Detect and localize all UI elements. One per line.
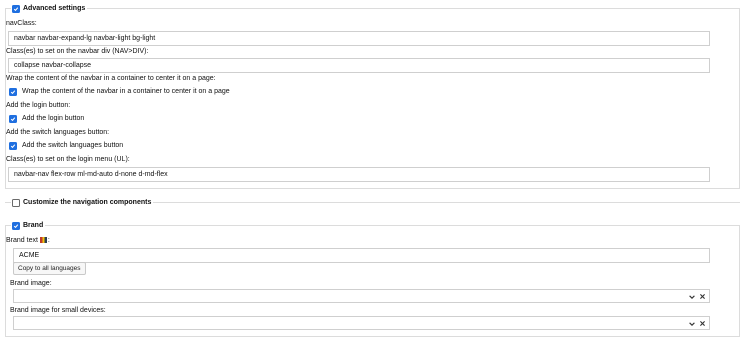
navdiv-label: Class(es) to set on the navbar div (NAV>… bbox=[6, 48, 149, 55]
check-icon bbox=[10, 144, 16, 149]
navclass-input[interactable]: navbar navbar-expand-lg navbar-light bg-… bbox=[8, 31, 710, 46]
brand-text-label-row: Brand text: bbox=[6, 236, 50, 245]
brand-checkbox[interactable] bbox=[12, 222, 20, 230]
brand-image-small-controls bbox=[687, 319, 707, 328]
loginmenu-input[interactable]: navbar-nav flex-row ml-md-auto d-none d-… bbox=[8, 167, 710, 182]
brand-image-small-label: Brand image for small devices: bbox=[10, 307, 106, 314]
advanced-settings-legend[interactable]: Advanced settings bbox=[11, 4, 88, 14]
language-flag-icon bbox=[39, 237, 47, 243]
wrap-checkbox-row[interactable]: Wrap the content of the navbar in a cont… bbox=[9, 87, 230, 97]
chevron-down-icon[interactable] bbox=[687, 292, 696, 301]
brand-text-label: Brand text bbox=[6, 237, 38, 244]
loginmenu-label: Class(es) to set on the login menu (UL): bbox=[6, 156, 130, 163]
check-icon bbox=[13, 7, 19, 12]
customize-checkbox[interactable] bbox=[12, 199, 20, 207]
customize-fieldset: Customize the navigation components bbox=[5, 198, 740, 210]
switch-checkbox-label: Add the switch languages button bbox=[22, 142, 124, 149]
login-checkbox-label: Add the login button bbox=[22, 115, 85, 122]
brand-image-controls bbox=[687, 292, 707, 301]
brand-text-label-colon: : bbox=[47, 237, 50, 244]
check-icon bbox=[10, 117, 16, 122]
check-icon bbox=[10, 90, 16, 95]
switch-label: Add the switch languages button: bbox=[6, 129, 110, 136]
brand-image-small-select[interactable] bbox=[13, 316, 710, 330]
clear-icon[interactable] bbox=[698, 319, 707, 328]
customize-title: Customize the navigation components bbox=[23, 199, 152, 206]
navclass-label: navClass: bbox=[6, 20, 37, 27]
wrap-checkbox-label: Wrap the content of the navbar in a cont… bbox=[22, 88, 230, 95]
advanced-settings-checkbox[interactable] bbox=[12, 5, 20, 13]
brand-image-select[interactable] bbox=[13, 289, 710, 303]
login-label: Add the login button: bbox=[6, 102, 71, 109]
customize-legend[interactable]: Customize the navigation components bbox=[11, 198, 154, 208]
brand-title: Brand bbox=[23, 222, 44, 229]
login-checkbox-row[interactable]: Add the login button bbox=[9, 114, 84, 124]
copy-to-all-languages-button[interactable]: Copy to all languages bbox=[13, 262, 86, 275]
brand-legend[interactable]: Brand bbox=[11, 221, 46, 231]
switch-checkbox[interactable] bbox=[9, 142, 17, 150]
wrap-label: Wrap the content of the navbar in a cont… bbox=[6, 75, 216, 82]
brand-text-input[interactable]: ACME bbox=[13, 248, 710, 263]
brand-image-label: Brand image: bbox=[10, 280, 52, 287]
wrap-checkbox[interactable] bbox=[9, 88, 17, 96]
clear-icon[interactable] bbox=[698, 292, 707, 301]
chevron-down-icon[interactable] bbox=[687, 319, 696, 328]
switch-checkbox-row[interactable]: Add the switch languages button bbox=[9, 141, 123, 151]
navdiv-input[interactable]: collapse navbar-collapse bbox=[8, 58, 710, 73]
login-checkbox[interactable] bbox=[9, 115, 17, 123]
check-icon bbox=[13, 224, 19, 229]
advanced-settings-title: Advanced settings bbox=[23, 5, 86, 12]
